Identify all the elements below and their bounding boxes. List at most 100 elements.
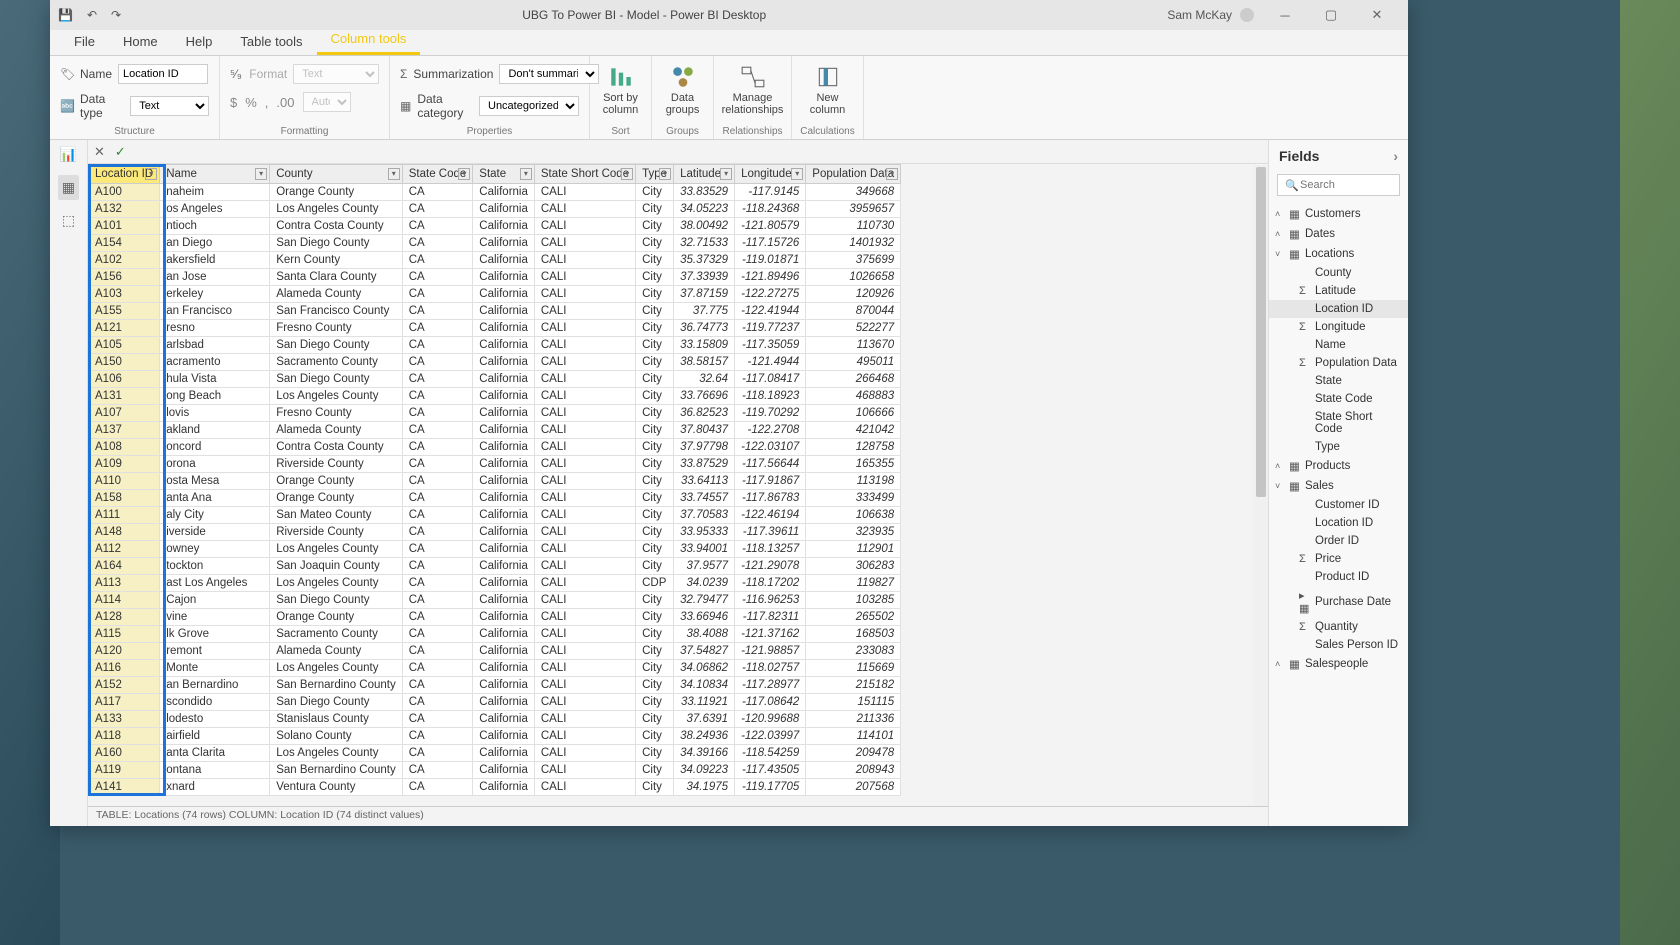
- table-row[interactable]: A148iversideRiverside CountyCACalifornia…: [89, 524, 901, 541]
- table-row[interactable]: A108oncordContra Costa CountyCACaliforni…: [89, 439, 901, 456]
- table-row[interactable]: A111aly CitySan Mateo CountyCACalifornia…: [89, 507, 901, 524]
- filter-dropdown-icon[interactable]: ▾: [458, 168, 470, 180]
- table-node-dates[interactable]: ˄▦Dates: [1269, 224, 1408, 244]
- column-header[interactable]: State Short Code▾: [534, 165, 635, 184]
- table-row[interactable]: A121resnoFresno CountyCACaliforniaCALICi…: [89, 320, 901, 337]
- report-view-icon[interactable]: 📊: [60, 146, 77, 163]
- table-node-products[interactable]: ˄▦Products: [1269, 456, 1408, 476]
- filter-dropdown-icon[interactable]: ▾: [145, 168, 157, 180]
- table-row[interactable]: A137aklandAlameda CountyCACaliforniaCALI…: [89, 422, 901, 439]
- new-column-button[interactable]: New column: [802, 60, 853, 120]
- field-name[interactable]: Name: [1269, 336, 1408, 354]
- filter-dropdown-icon[interactable]: ▾: [791, 168, 803, 180]
- filter-dropdown-icon[interactable]: ▾: [720, 168, 732, 180]
- cancel-icon[interactable]: ✕: [94, 144, 105, 160]
- table-node-salespeople[interactable]: ˄▦Salespeople: [1269, 654, 1408, 674]
- filter-dropdown-icon[interactable]: ▾: [255, 168, 267, 180]
- save-icon[interactable]: 💾: [58, 8, 73, 22]
- table-row[interactable]: A100naheimOrange CountyCACaliforniaCALIC…: [89, 184, 901, 201]
- table-row[interactable]: A117scondidoSan Diego CountyCACalifornia…: [89, 694, 901, 711]
- table-row[interactable]: A131ong BeachLos Angeles CountyCACalifor…: [89, 388, 901, 405]
- name-input[interactable]: [118, 64, 208, 84]
- column-header[interactable]: Latitude▾: [674, 165, 735, 184]
- field-population-data[interactable]: ΣPopulation Data: [1269, 354, 1408, 372]
- table-node-customers[interactable]: ˄▦Customers: [1269, 204, 1408, 224]
- column-header[interactable]: Type▾: [636, 165, 674, 184]
- field-price[interactable]: ΣPrice: [1269, 550, 1408, 568]
- datatype-select[interactable]: Text: [130, 96, 209, 116]
- accept-icon[interactable]: ✓: [115, 144, 126, 160]
- filter-dropdown-icon[interactable]: ▾: [621, 168, 633, 180]
- field-state[interactable]: State: [1269, 372, 1408, 390]
- table-row[interactable]: A103erkeleyAlameda CountyCACaliforniaCAL…: [89, 286, 901, 303]
- column-header[interactable]: County▾: [270, 165, 403, 184]
- table-row[interactable]: A118airfieldSolano CountyCACaliforniaCAL…: [89, 728, 901, 745]
- filter-dropdown-icon[interactable]: ▾: [520, 168, 532, 180]
- table-row[interactable]: A106hula VistaSan Diego CountyCACaliforn…: [89, 371, 901, 388]
- tab-table-tools[interactable]: Table tools: [226, 30, 316, 55]
- table-row[interactable]: A113ast Los AngelesLos Angeles CountyCAC…: [89, 575, 901, 592]
- comma-icon[interactable]: ,: [265, 95, 269, 110]
- table-row[interactable]: A132os AngelesLos Angeles CountyCACalifo…: [89, 201, 901, 218]
- field-type[interactable]: Type: [1269, 438, 1408, 456]
- field-state-short-code[interactable]: State Short Code: [1269, 408, 1408, 438]
- table-row[interactable]: A164tocktonSan Joaquin CountyCACaliforni…: [89, 558, 901, 575]
- close-button[interactable]: ✕: [1354, 0, 1400, 30]
- table-row[interactable]: A128vineOrange CountyCACaliforniaCALICit…: [89, 609, 901, 626]
- table-row[interactable]: A114 CajonSan Diego CountyCACaliforniaCA…: [89, 592, 901, 609]
- tab-home[interactable]: Home: [109, 30, 172, 55]
- table-row[interactable]: A158anta AnaOrange CountyCACaliforniaCAL…: [89, 490, 901, 507]
- table-row[interactable]: A102akersfieldKern CountyCACaliforniaCAL…: [89, 252, 901, 269]
- table-node-locations[interactable]: ˅▦Locations: [1269, 244, 1408, 264]
- table-row[interactable]: A154an DiegoSan Diego CountyCACalifornia…: [89, 235, 901, 252]
- field-quantity[interactable]: ΣQuantity: [1269, 618, 1408, 636]
- category-select[interactable]: Uncategorized: [479, 96, 579, 116]
- chevron-right-icon[interactable]: ›: [1393, 148, 1398, 164]
- decimal-icon[interactable]: .00: [276, 95, 294, 110]
- table-row[interactable]: A141xnardVentura CountyCACaliforniaCALIC…: [89, 779, 901, 796]
- table-row[interactable]: A107lovisFresno CountyCACaliforniaCALICi…: [89, 405, 901, 422]
- table-row[interactable]: A112owneyLos Angeles CountyCACaliforniaC…: [89, 541, 901, 558]
- avatar-icon[interactable]: [1240, 8, 1254, 22]
- table-row[interactable]: A115lk GroveSacramento CountyCACaliforni…: [89, 626, 901, 643]
- table-row[interactable]: A156an JoseSanta Clara CountyCACaliforni…: [89, 269, 901, 286]
- tab-help[interactable]: Help: [172, 30, 227, 55]
- field-sales-person-id[interactable]: Sales Person ID: [1269, 636, 1408, 654]
- field-latitude[interactable]: ΣLatitude: [1269, 282, 1408, 300]
- manage-relationships-button[interactable]: Manage relationships: [714, 60, 792, 120]
- data-grid[interactable]: Location ID▾Name▾County▾State Code▾State…: [88, 164, 1268, 806]
- field-location-id[interactable]: Location ID: [1269, 300, 1408, 318]
- table-row[interactable]: A105arlsbadSan Diego CountyCACaliforniaC…: [89, 337, 901, 354]
- filter-dropdown-icon[interactable]: ▾: [388, 168, 400, 180]
- format-select[interactable]: Text: [293, 64, 379, 84]
- field-state-code[interactable]: State Code: [1269, 390, 1408, 408]
- table-row[interactable]: A120remontAlameda CountyCACaliforniaCALI…: [89, 643, 901, 660]
- table-row[interactable]: A110osta MesaOrange CountyCACaliforniaCA…: [89, 473, 901, 490]
- field-longitude[interactable]: ΣLongitude: [1269, 318, 1408, 336]
- maximize-button[interactable]: ▢: [1308, 0, 1354, 30]
- data-groups-button[interactable]: Data groups: [658, 60, 708, 120]
- field-product-id[interactable]: Product ID: [1269, 568, 1408, 586]
- field-location-id[interactable]: Location ID: [1269, 514, 1408, 532]
- field-customer-id[interactable]: Customer ID: [1269, 496, 1408, 514]
- table-row[interactable]: A109oronaRiverside CountyCACaliforniaCAL…: [89, 456, 901, 473]
- table-node-sales[interactable]: ˅▦Sales: [1269, 476, 1408, 496]
- currency-icon[interactable]: $: [230, 95, 237, 110]
- table-row[interactable]: A116 MonteLos Angeles CountyCACalifornia…: [89, 660, 901, 677]
- sort-by-column-button[interactable]: Sort by column: [595, 60, 646, 120]
- field-purchase-date[interactable]: ▸ ▦Purchase Date: [1269, 586, 1408, 618]
- column-header[interactable]: State Code▾: [402, 165, 473, 184]
- undo-icon[interactable]: ↶: [87, 8, 97, 22]
- table-row[interactable]: A101ntiochContra Costa CountyCACaliforni…: [89, 218, 901, 235]
- data-view-icon[interactable]: ▦: [58, 175, 79, 200]
- tab-column-tools[interactable]: Column tools: [317, 27, 421, 55]
- filter-dropdown-icon[interactable]: ▾: [886, 168, 898, 180]
- table-row[interactable]: A155an FranciscoSan Francisco CountyCACa…: [89, 303, 901, 320]
- column-header[interactable]: Population Data▾: [806, 165, 901, 184]
- column-header[interactable]: Name▾: [160, 165, 270, 184]
- table-row[interactable]: A133lodestoStanislaus CountyCACalifornia…: [89, 711, 901, 728]
- auto-select[interactable]: Auto: [303, 92, 351, 112]
- filter-dropdown-icon[interactable]: ▾: [659, 168, 671, 180]
- field-county[interactable]: County: [1269, 264, 1408, 282]
- model-view-icon[interactable]: ⬚: [62, 212, 75, 229]
